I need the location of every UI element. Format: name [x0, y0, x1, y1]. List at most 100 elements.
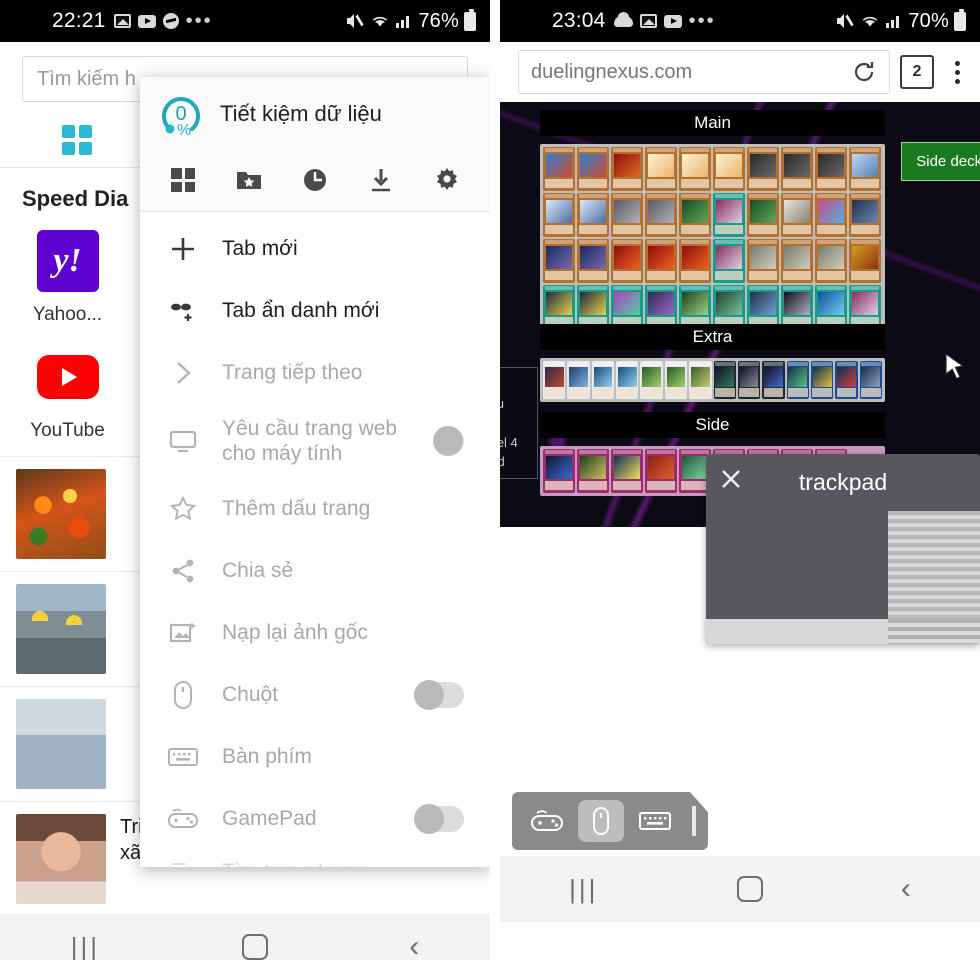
address-value: duelingnexus.com [531, 60, 693, 83]
left-status-bar: 22:21 ••• 76% [0, 0, 490, 42]
more-dots-icon: ••• [185, 10, 213, 32]
settings-icon[interactable] [430, 163, 464, 197]
main-deck-grid[interactable] [540, 144, 885, 332]
yahoo-icon: y! [36, 230, 99, 292]
browser-overflow-menu: 0 % Tiết kiệm dữ liệu Tab mới Tab ẩn dan… [140, 77, 490, 867]
article-thumbnail [16, 584, 106, 674]
left-browser-page: Tìm kiếm h Speed Dia y! Yahoo... YouTube [0, 42, 490, 914]
mute-icon [345, 13, 365, 29]
panel-divider [490, 0, 500, 960]
wifi-icon [860, 13, 880, 29]
menu-item-mouse[interactable]: Chuột [140, 664, 490, 726]
gamepad-toggle[interactable] [414, 804, 464, 834]
data-saver-row[interactable]: 0 % Tiết kiệm dữ liệu [140, 77, 490, 151]
trackpad-scroll-strip-lower[interactable] [888, 619, 980, 644]
battery-icon [954, 8, 966, 31]
menu-item-next-page[interactable]: Trang tiếp theo [140, 342, 490, 404]
article-thumbnail [16, 814, 106, 904]
trackpad-overlay[interactable]: trackpad [706, 454, 980, 644]
data-saver-gauge-icon: 0 % [158, 91, 204, 139]
speed-dial-item-yahoo[interactable]: y! Yahoo... [0, 224, 135, 340]
share-icon [166, 557, 200, 585]
extra-deck-section: Extra [540, 324, 885, 402]
menu-item-label: Tab mới [222, 237, 298, 261]
article-thumbnail [16, 469, 106, 559]
menu-item-label: Chuột [222, 683, 279, 707]
youtube-tile-icon [36, 346, 99, 408]
menu-item-label: Chia sẻ [222, 559, 294, 583]
downloads-icon[interactable] [364, 163, 398, 197]
tab-count-button[interactable]: 2 [900, 55, 934, 89]
side-section-label: Side [540, 412, 885, 438]
right-status-time: 23:04 [552, 9, 606, 32]
address-input[interactable]: duelingnexus.com [518, 50, 890, 94]
side-decking-complete-button[interactable]: Side decking comp [901, 142, 980, 181]
menu-item-label: Trang tiếp theo [222, 361, 363, 385]
history-icon[interactable] [298, 163, 332, 197]
speed-dial-label: Yahoo... [32, 304, 103, 325]
cloud-icon [613, 11, 633, 27]
home-icon[interactable] [241, 934, 268, 960]
left-phone-screenshot: 22:21 ••• 76% Tìm kiếm h Speed Dia y! Ya… [0, 0, 490, 960]
extra-section-label: Extra [540, 324, 885, 350]
desktop-site-toggle[interactable] [432, 426, 464, 456]
article-thumbnail [16, 699, 106, 789]
menu-item-new-incognito-tab[interactable]: Tab ẩn danh mới [140, 280, 490, 342]
mouse-toggle[interactable] [414, 680, 464, 710]
main-section-label: Main [540, 110, 885, 136]
left-android-nav-bar: ||| ‹ [0, 914, 490, 960]
back-icon[interactable]: ‹ [409, 930, 419, 960]
gamepad-icon[interactable] [524, 800, 570, 842]
bookmarks-icon[interactable] [232, 163, 266, 197]
plus-icon [166, 235, 200, 263]
image-refresh-icon [166, 620, 200, 646]
star-icon [166, 495, 200, 523]
back-icon[interactable]: ‹ [901, 872, 911, 906]
right-phone-screenshot: 23:04 ••• 70% duelingnexus.com 2 Main Ex… [500, 0, 980, 960]
menu-item-label: Bàn phím [222, 745, 312, 769]
menu-item-reload-original-image[interactable]: Nạp lại ảnh gốc [140, 602, 490, 664]
menu-item-label: Tìm trong trang [222, 859, 366, 867]
desktop-icon [166, 428, 200, 454]
recents-button[interactable]: ||| [71, 932, 100, 960]
extra-deck-grid[interactable] [540, 358, 885, 402]
trackpad-lower-surface[interactable] [706, 619, 980, 644]
menu-item-new-tab[interactable]: Tab mới [140, 218, 490, 280]
drag-grip-icon[interactable] [692, 806, 696, 836]
menu-item-share[interactable]: Chia sẻ [140, 540, 490, 602]
menu-item-label: Nạp lại ảnh gốc [222, 621, 368, 645]
signal-icon [885, 13, 903, 29]
recents-button[interactable]: ||| [569, 874, 598, 905]
right-battery-label: 70% [908, 9, 949, 32]
more-dots-icon: ••• [688, 10, 716, 32]
trackpad-surface[interactable] [706, 511, 980, 644]
kebab-menu-icon[interactable] [944, 60, 970, 84]
keyboard-icon [166, 746, 200, 768]
menu-item-list: Tab mới Tab ẩn danh mới Trang tiếp theo [140, 212, 490, 867]
grid-icon[interactable] [62, 124, 92, 155]
photos-icon [639, 14, 657, 28]
menu-item-keyboard[interactable]: Bàn phím [140, 726, 490, 788]
side-info-panel: ialyou.evel 4and [500, 367, 538, 479]
close-icon[interactable] [718, 466, 744, 492]
photos-icon [113, 14, 131, 28]
home-icon[interactable] [736, 876, 763, 902]
menu-item-gamepad[interactable]: GamePad [140, 788, 490, 850]
keyboard-icon[interactable] [632, 800, 678, 842]
find-in-page-icon [166, 859, 200, 867]
data-saver-label: Tiết kiệm dữ liệu [220, 101, 382, 126]
menu-item-label: Tab ẩn danh mới [222, 299, 380, 323]
menu-item-desktop-site[interactable]: Yêu cầu trang web cho máy tính [140, 404, 490, 478]
chevron-right-icon [166, 360, 200, 386]
wifi-icon [370, 13, 390, 29]
left-battery-label: 76% [418, 9, 459, 32]
reload-icon[interactable] [851, 59, 877, 85]
mouse-cursor-icon [943, 352, 969, 382]
speed-dial-icon[interactable] [166, 163, 200, 197]
mouse-icon[interactable] [578, 800, 624, 842]
right-status-bar: 23:04 ••• 70% [500, 0, 980, 42]
menu-item-find-in-page[interactable]: Tìm trong trang [140, 850, 490, 867]
menu-item-add-bookmark[interactable]: Thêm dấu trang [140, 478, 490, 540]
speed-dial-label: YouTube [30, 420, 105, 441]
speed-dial-item-youtube[interactable]: YouTube [0, 340, 135, 456]
